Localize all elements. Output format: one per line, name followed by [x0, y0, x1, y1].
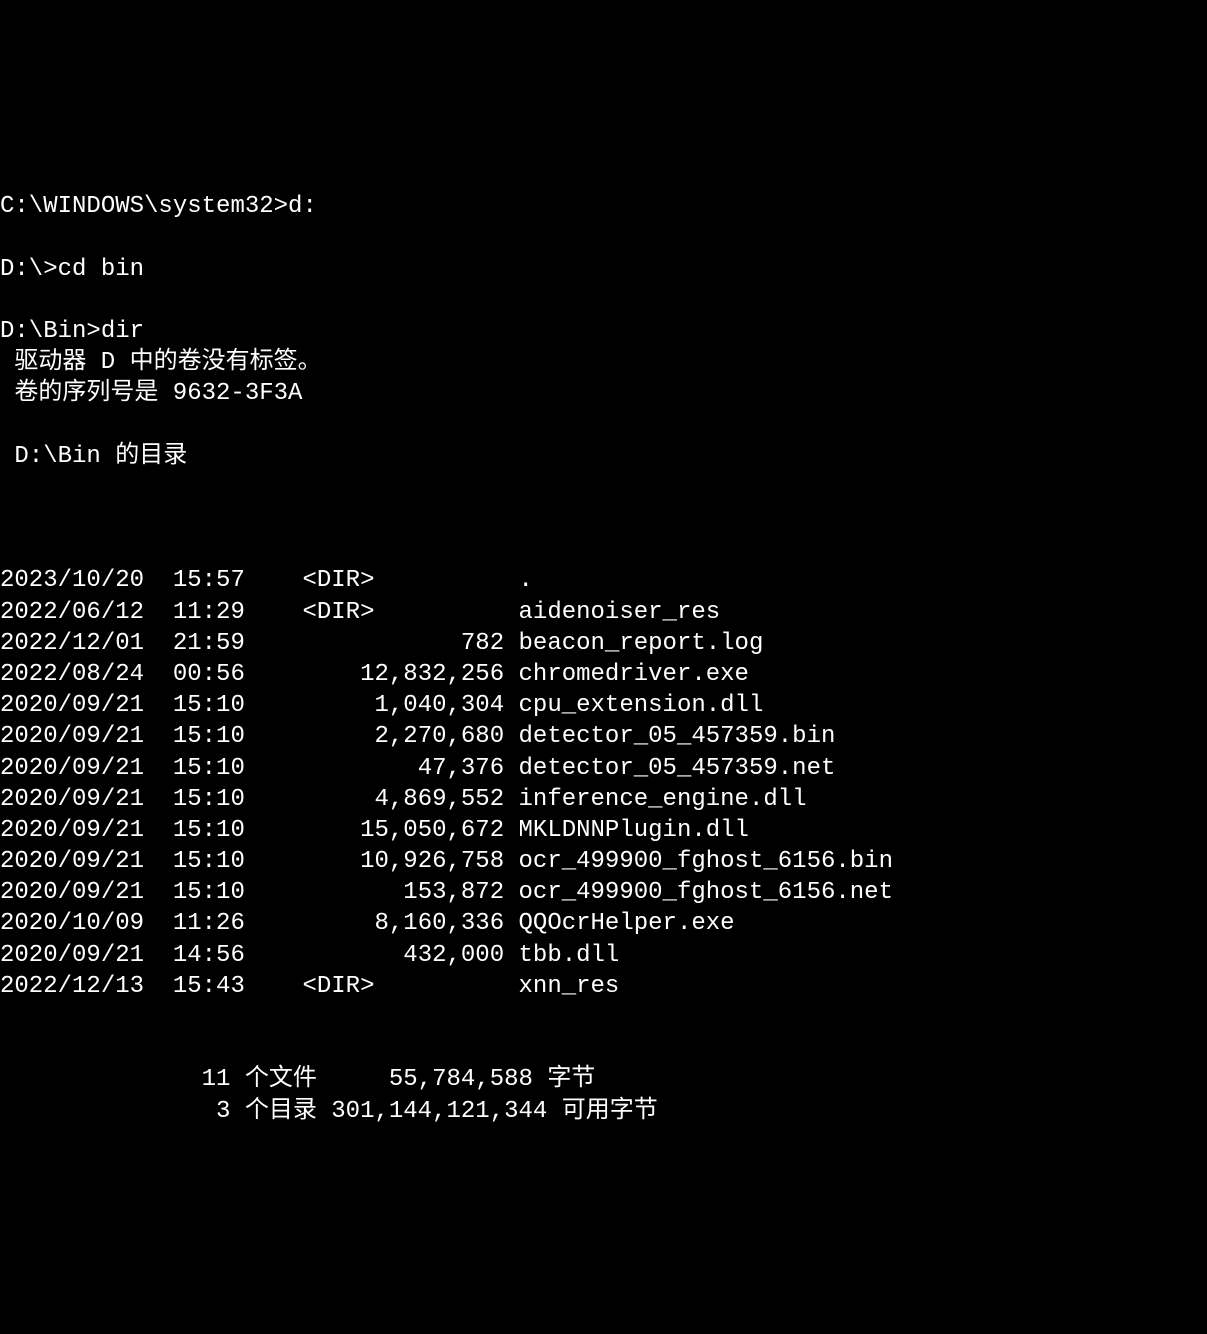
entry-size: 10,926,758	[245, 848, 519, 875]
entry-date: 2023/10/20	[0, 567, 144, 594]
entry-time: 15:57	[173, 567, 245, 594]
bytes-label: 字节	[547, 1066, 595, 1093]
entry-name: MKLDNNPlugin.dll	[519, 817, 749, 844]
dir-entry: 2022/12/01 21:59 782 beacon_report.log	[0, 628, 1207, 659]
entry-size: 15,050,672	[245, 817, 519, 844]
entry-time: 11:29	[173, 599, 245, 626]
dir-entry: 2022/06/12 11:29 <DIR> aidenoiser_res	[0, 597, 1207, 628]
entry-date: 2022/12/01	[0, 630, 144, 657]
terminal-line	[0, 409, 1207, 440]
dir-entry: 2020/09/21 15:10 4,869,552 inference_eng…	[0, 784, 1207, 815]
entry-time: 00:56	[173, 661, 245, 688]
command: dir	[101, 318, 144, 345]
entry-date: 2020/09/21	[0, 942, 144, 969]
entry-name: inference_engine.dll	[519, 786, 807, 813]
summary-files: 11 个文件 55,784,588 字节	[0, 1064, 1207, 1095]
entry-time: 15:10	[173, 786, 245, 813]
entry-date: 2020/09/21	[0, 692, 144, 719]
entry-size: 8,160,336	[245, 910, 519, 937]
dir-entry: 2020/09/21 15:10 1,040,304 cpu_extension…	[0, 690, 1207, 721]
entry-size: 432,000	[245, 942, 519, 969]
terminal-line: D:\Bin>dir	[0, 316, 1207, 347]
free-bytes: 301,144,121,344	[331, 1098, 547, 1125]
entry-time: 15:10	[173, 817, 245, 844]
entry-time: 15:10	[173, 723, 245, 750]
entry-name: ocr_499900_fghost_6156.bin	[519, 848, 893, 875]
entry-date: 2020/09/21	[0, 879, 144, 906]
entry-size: 153,872	[245, 879, 519, 906]
entry-time: 11:26	[173, 910, 245, 937]
entry-time: 14:56	[173, 942, 245, 969]
terminal-line: C:\WINDOWS\system32>d:	[0, 191, 1207, 222]
dir-entry: 2020/09/21 15:10 10,926,758 ocr_499900_f…	[0, 846, 1207, 877]
prompt: C:\WINDOWS\system32>	[0, 193, 288, 220]
entry-name: ocr_499900_fghost_6156.net	[519, 879, 893, 906]
terminal-line	[0, 472, 1207, 503]
entry-date: 2020/09/21	[0, 755, 144, 782]
entry-date: 2020/10/09	[0, 910, 144, 937]
entry-name: chromedriver.exe	[519, 661, 749, 688]
dir-entry: 2020/09/21 15:10 153,872 ocr_499900_fgho…	[0, 877, 1207, 908]
dir-entry: 2022/08/24 00:56 12,832,256 chromedriver…	[0, 659, 1207, 690]
entry-date: 2020/09/21	[0, 723, 144, 750]
entry-name: .	[519, 567, 533, 594]
entry-date: 2022/12/13	[0, 973, 144, 1000]
entry-name: detector_05_457359.net	[519, 755, 836, 782]
dir-count: 3	[216, 1098, 230, 1125]
entry-date: 2020/09/21	[0, 817, 144, 844]
dir-entry: 2020/09/21 15:10 2,270,680 detector_05_4…	[0, 721, 1207, 752]
terminal-line: 驱动器 D 中的卷没有标签。	[0, 347, 1207, 378]
entry-size: 4,869,552	[245, 786, 519, 813]
entry-size: 1,040,304	[245, 692, 519, 719]
entry-type: <DIR>	[245, 973, 519, 1000]
entry-type: <DIR>	[245, 599, 519, 626]
dir-entry: 2022/12/13 15:43 <DIR> xnn_res	[0, 971, 1207, 1002]
command: d:	[288, 193, 317, 220]
terminal-line: D:\Bin 的目录	[0, 441, 1207, 472]
entry-time: 15:10	[173, 692, 245, 719]
dir-entry: 2020/10/09 11:26 8,160,336 QQOcrHelper.e…	[0, 908, 1207, 939]
entry-date: 2022/06/12	[0, 599, 144, 626]
terminal-line	[0, 285, 1207, 316]
terminal-line	[0, 222, 1207, 253]
prompt: D:\Bin>	[0, 318, 101, 345]
entry-date: 2020/09/21	[0, 786, 144, 813]
entry-time: 21:59	[173, 630, 245, 657]
entry-size: 782	[245, 630, 519, 657]
entry-time: 15:10	[173, 848, 245, 875]
entry-name: aidenoiser_res	[519, 599, 721, 626]
entry-size: 2,270,680	[245, 723, 519, 750]
terminal-line: D:\>cd bin	[0, 254, 1207, 285]
entry-name: beacon_report.log	[519, 630, 764, 657]
entry-time: 15:10	[173, 755, 245, 782]
entry-time: 15:10	[173, 879, 245, 906]
entry-date: 2022/08/24	[0, 661, 144, 688]
entry-size: 12,832,256	[245, 661, 519, 688]
entry-name: xnn_res	[519, 973, 620, 1000]
terminal-output[interactable]: C:\WINDOWS\system32>d: D:\>cd bin D:\Bin…	[0, 125, 1207, 1178]
file-count: 11	[202, 1066, 231, 1093]
summary-dirs: 3 个目录 301,144,121,344 可用字节	[0, 1096, 1207, 1127]
dir-entry: 2020/09/21 15:10 15,050,672 MKLDNNPlugin…	[0, 815, 1207, 846]
file-bytes: 55,784,588	[317, 1066, 533, 1093]
entry-name: tbb.dll	[519, 942, 620, 969]
dir-entry: 2020/09/21 15:10 47,376 detector_05_4573…	[0, 753, 1207, 784]
free-label: 可用字节	[562, 1098, 658, 1125]
dir-entry: 2020/09/21 14:56 432,000 tbb.dll	[0, 940, 1207, 971]
file-label: 个文件	[245, 1066, 317, 1093]
dir-label: 个目录	[245, 1098, 317, 1125]
entry-time: 15:43	[173, 973, 245, 1000]
entry-date: 2020/09/21	[0, 848, 144, 875]
entry-size: 47,376	[245, 755, 519, 782]
dir-entry: 2023/10/20 15:57 <DIR> .	[0, 565, 1207, 596]
entry-name: QQOcrHelper.exe	[519, 910, 735, 937]
entry-type: <DIR>	[245, 567, 519, 594]
terminal-line: 卷的序列号是 9632-3F3A	[0, 378, 1207, 409]
entry-name: detector_05_457359.bin	[519, 723, 836, 750]
command: cd bin	[58, 256, 144, 283]
entry-name: cpu_extension.dll	[519, 692, 764, 719]
prompt: D:\>	[0, 256, 58, 283]
